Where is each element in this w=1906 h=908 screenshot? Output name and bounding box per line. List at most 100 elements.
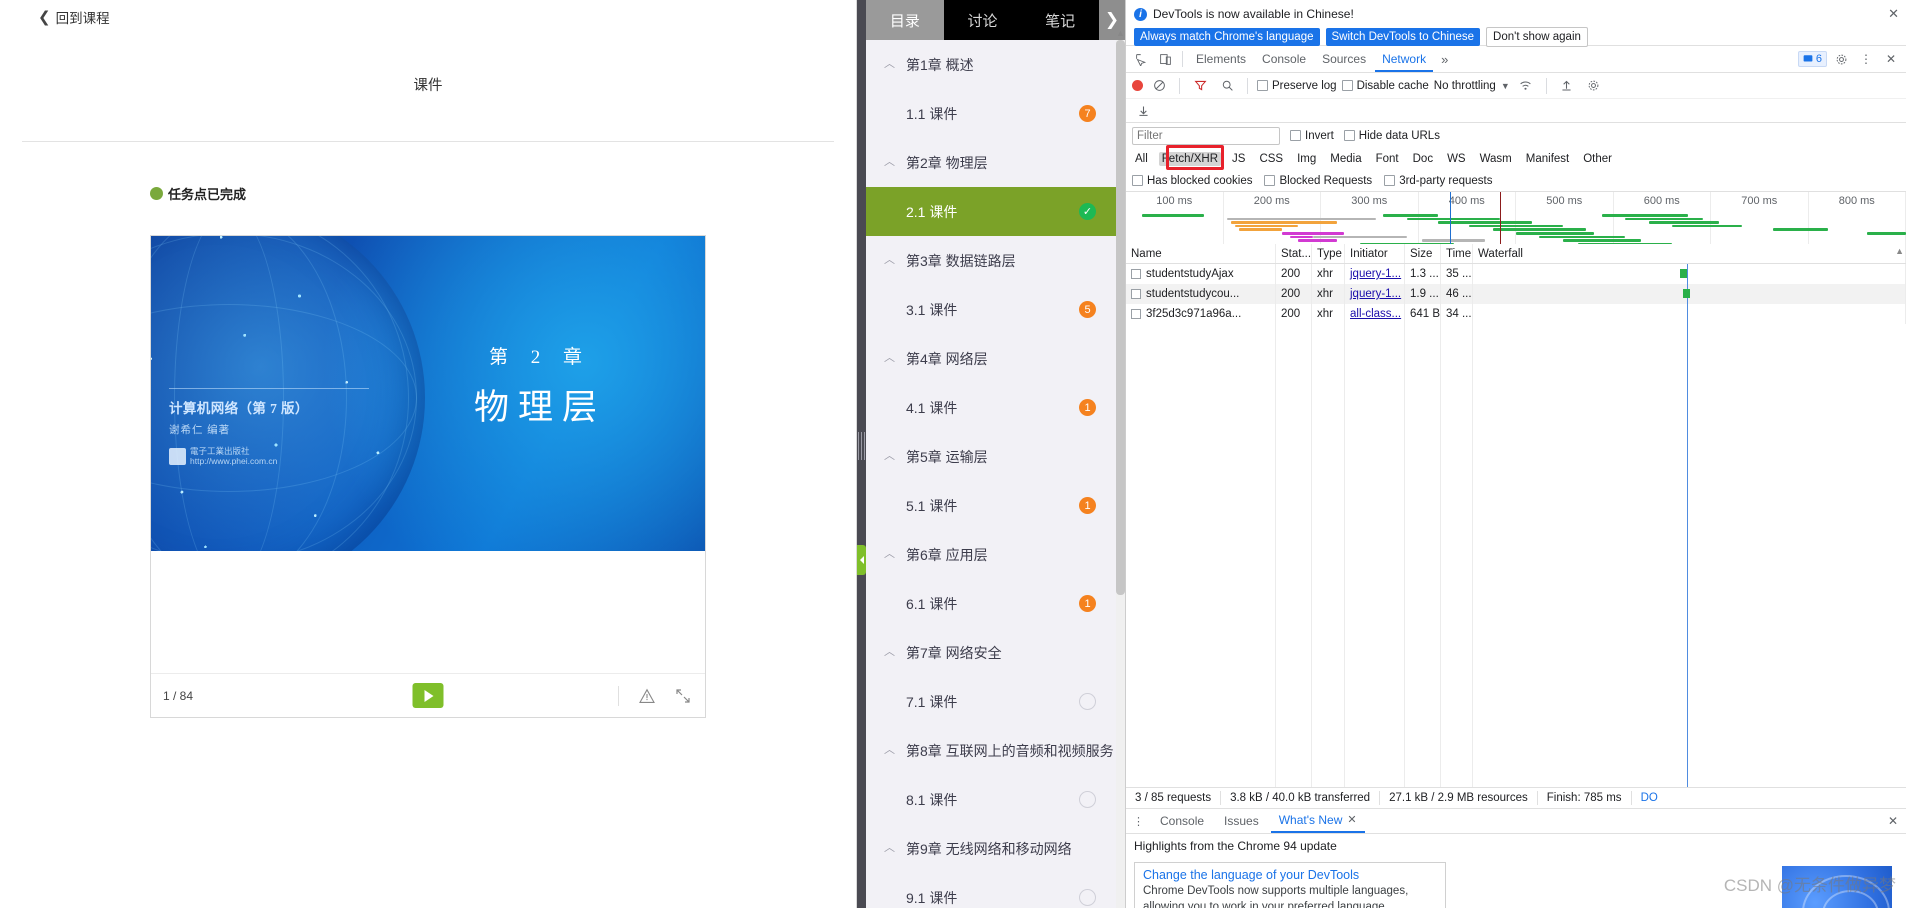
- cell-initiator[interactable]: jquery-1...: [1345, 284, 1405, 304]
- table-row[interactable]: 3f25d3c971a96a... 200 xhr all-class... 641 B…: [1126, 304, 1906, 324]
- switch-to-chinese-button[interactable]: Switch DevTools to Chinese: [1325, 28, 1481, 46]
- preserve-log-checkbox[interactable]: Preserve log: [1257, 80, 1337, 92]
- chevron-double-right-icon[interactable]: »: [1435, 52, 1454, 67]
- import-har-icon[interactable]: [1556, 75, 1578, 97]
- warning-triangle-icon[interactable]: [639, 688, 655, 704]
- issues-count-chip[interactable]: 6: [1797, 51, 1827, 67]
- chapter-list[interactable]: ︿ 第1章 概述 1.1 课件 7 ︿ 第2章 物理层 2.1 课件 ︿ 第3章 数据链路层 3.…: [866, 40, 1116, 908]
- catalog-scrollbar-thumb[interactable]: [1116, 40, 1125, 595]
- device-toolbar-icon[interactable]: [1154, 48, 1176, 70]
- back-to-course-button[interactable]: ❮ 回到课程: [0, 0, 856, 34]
- cell-initiator[interactable]: all-class...: [1345, 304, 1405, 324]
- slide-canvas[interactable]: 计算机网络（第 7 版） 谢希仁 编著 電子工業出版社 http://www.p…: [151, 236, 705, 551]
- resource-type-filters[interactable]: All Fetch/XHR JS CSS Img Media Font Doc WS Wasm Ma…: [1126, 145, 1906, 170]
- gear-icon[interactable]: [1583, 75, 1605, 97]
- chapter-row[interactable]: ︿ 第9章 无线网络和移动网络: [866, 824, 1116, 873]
- play-button[interactable]: [412, 683, 444, 708]
- devtools-tab-network[interactable]: Network: [1375, 46, 1434, 72]
- chapter-row[interactable]: ︿ 第3章 数据链路层: [866, 236, 1116, 285]
- row-checkbox[interactable]: [1131, 309, 1141, 319]
- catalog-resize-grip[interactable]: [858, 432, 865, 460]
- hide-data-urls-checkbox[interactable]: Hide data URLs: [1343, 130, 1440, 142]
- type-filter-img[interactable]: Img: [1294, 152, 1319, 166]
- has-blocked-cookies-checkbox[interactable]: Has blocked cookies: [1132, 175, 1252, 187]
- type-filter-manifest[interactable]: Manifest: [1523, 152, 1572, 166]
- whats-new-card-title[interactable]: Change the language of your DevTools: [1143, 868, 1437, 882]
- blocked-requests-checkbox[interactable]: Blocked Requests: [1264, 175, 1372, 187]
- devtools-tab-console[interactable]: Console: [1255, 46, 1313, 72]
- chapter-row[interactable]: ︿ 第2章 物理层: [866, 138, 1116, 187]
- lesson-row[interactable]: 5.1 课件 1: [866, 481, 1116, 530]
- clear-no-entry-icon[interactable]: [1148, 75, 1170, 97]
- chapter-row[interactable]: ︿ 第6章 应用层: [866, 530, 1116, 579]
- type-filter-js[interactable]: JS: [1229, 152, 1248, 166]
- type-filter-css[interactable]: CSS: [1256, 152, 1286, 166]
- filter-input[interactable]: [1132, 126, 1280, 145]
- drawer-tab-issues[interactable]: Issues: [1216, 809, 1267, 833]
- devtools-tab-sources[interactable]: Sources: [1315, 46, 1373, 72]
- disable-cache-checkbox[interactable]: Disable cache: [1341, 80, 1429, 92]
- chevron-up-icon[interactable]: ︿: [884, 157, 900, 168]
- row-checkbox[interactable]: [1131, 289, 1141, 299]
- type-filter-wasm[interactable]: Wasm: [1477, 152, 1515, 166]
- chevron-up-icon[interactable]: ︿: [884, 59, 900, 70]
- chapter-row[interactable]: ︿ 第7章 网络安全: [866, 628, 1116, 677]
- type-filter-doc[interactable]: Doc: [1410, 152, 1436, 166]
- lesson-row[interactable]: 2.1 课件: [866, 187, 1116, 236]
- type-filter-media[interactable]: Media: [1327, 152, 1364, 166]
- lesson-row[interactable]: 1.1 课件 7: [866, 89, 1116, 138]
- chevron-up-icon[interactable]: ︿: [884, 549, 900, 560]
- tab-discussion[interactable]: 讨论: [943, 0, 1022, 40]
- fullscreen-expand-icon[interactable]: [675, 688, 691, 704]
- third-party-requests-checkbox[interactable]: 3rd-party requests: [1384, 175, 1493, 187]
- lesson-row[interactable]: 3.1 课件 5: [866, 285, 1116, 334]
- column-header-type[interactable]: Type: [1312, 244, 1345, 263]
- column-header-size[interactable]: Size: [1405, 244, 1441, 263]
- chapter-row[interactable]: ︿ 第4章 网络层: [866, 334, 1116, 383]
- chevron-up-icon[interactable]: ︿: [884, 353, 900, 364]
- chapter-row[interactable]: ︿ 第8章 互联网上的音频和视频服务: [866, 726, 1116, 775]
- row-checkbox[interactable]: [1131, 269, 1141, 279]
- whats-new-card[interactable]: Change the language of your DevTools Chr…: [1134, 862, 1446, 908]
- close-icon[interactable]: ✕: [1880, 48, 1902, 70]
- drawer-tab-console[interactable]: Console: [1152, 809, 1212, 833]
- table-scroll-up-icon[interactable]: ▲: [1895, 246, 1904, 256]
- always-match-language-button[interactable]: Always match Chrome's language: [1134, 28, 1320, 46]
- lesson-row[interactable]: 9.1 课件: [866, 873, 1116, 908]
- invert-checkbox[interactable]: Invert: [1290, 130, 1334, 142]
- chevron-down-icon[interactable]: ▼: [1501, 81, 1510, 91]
- tab-catalog[interactable]: 目录: [866, 0, 944, 40]
- lesson-row[interactable]: 4.1 课件 1: [866, 383, 1116, 432]
- funnel-filter-icon[interactable]: [1189, 75, 1211, 97]
- search-icon[interactable]: [1216, 75, 1238, 97]
- close-icon[interactable]: ✕: [1888, 6, 1899, 22]
- tab-notes[interactable]: 笔记: [1021, 0, 1100, 40]
- cell-initiator[interactable]: jquery-1...: [1345, 264, 1405, 284]
- table-row[interactable]: studentstudyAjax 200 xhr jquery-1... 1.3 ...…: [1126, 264, 1906, 284]
- type-filter-ws[interactable]: WS: [1444, 152, 1469, 166]
- network-conditions-icon[interactable]: [1515, 75, 1537, 97]
- kebab-menu-icon[interactable]: ⋮: [1855, 48, 1877, 70]
- chevron-up-icon[interactable]: ︿: [884, 647, 900, 658]
- column-header-waterfall[interactable]: Waterfall: [1473, 244, 1906, 263]
- cell-name[interactable]: studentstudyAjax: [1126, 264, 1276, 284]
- chapter-row[interactable]: ︿ 第5章 运输层: [866, 432, 1116, 481]
- cell-name[interactable]: studentstudycou...: [1126, 284, 1276, 304]
- chapter-row[interactable]: ︿ 第1章 概述: [866, 40, 1116, 89]
- column-header-name[interactable]: Name: [1126, 244, 1276, 263]
- throttling-select[interactable]: No throttling: [1434, 80, 1496, 92]
- column-header-status[interactable]: Stat...: [1276, 244, 1312, 263]
- gear-icon[interactable]: [1830, 48, 1852, 70]
- devtools-tab-elements[interactable]: Elements: [1189, 46, 1253, 72]
- inspect-cursor-icon[interactable]: [1130, 48, 1152, 70]
- type-filter-font[interactable]: Font: [1373, 152, 1402, 166]
- close-icon[interactable]: ✕: [1347, 808, 1356, 832]
- chevron-up-icon[interactable]: ︿: [884, 745, 900, 756]
- lesson-row[interactable]: 6.1 课件 1: [866, 579, 1116, 628]
- scroll-up-icon[interactable]: ▲: [1116, 26, 1125, 40]
- cell-name[interactable]: 3f25d3c971a96a...: [1126, 304, 1276, 324]
- export-har-icon[interactable]: [1132, 100, 1154, 122]
- record-stop-icon[interactable]: [1132, 80, 1143, 91]
- column-header-initiator[interactable]: Initiator: [1345, 244, 1405, 263]
- drawer-tab-whats-new[interactable]: What's New ✕: [1270, 808, 1365, 833]
